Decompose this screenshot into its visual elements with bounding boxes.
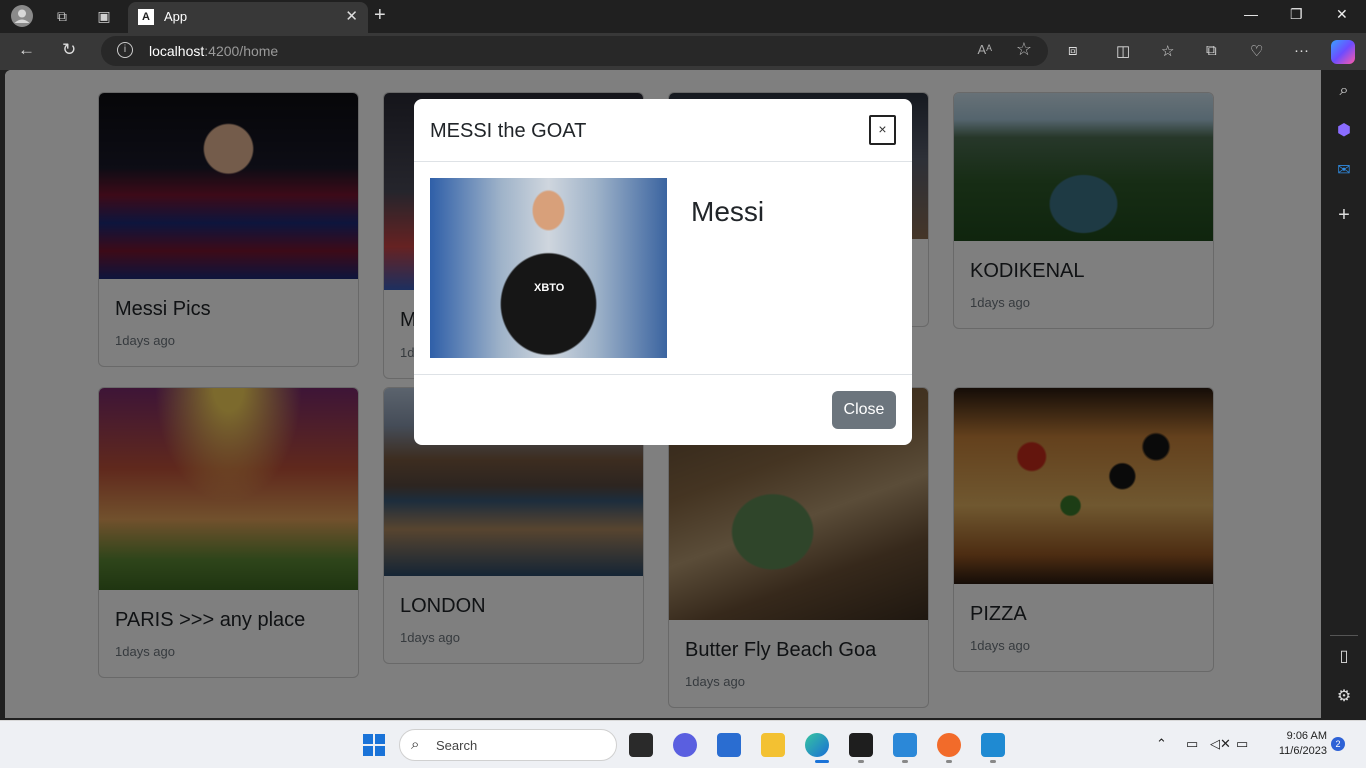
close-button[interactable]: Close	[832, 391, 896, 429]
address-bar[interactable]: i localhost:4200/home Aᴬ ☆	[101, 36, 1048, 66]
sidebar-hide-icon[interactable]: ▯	[1333, 646, 1355, 668]
tab-actions-icon[interactable]: ▣	[92, 5, 116, 27]
modal-messi-image: XBTO	[430, 178, 667, 358]
extensions-icon[interactable]: ⧈	[1068, 42, 1078, 59]
tab-title: App	[164, 9, 188, 24]
sidebar-add-icon[interactable]: +	[1333, 204, 1355, 226]
sidebar-divider	[1330, 635, 1358, 636]
settings-app-icon[interactable]	[893, 733, 917, 757]
copilot-icon[interactable]	[1331, 40, 1355, 64]
vscode-running-indicator	[990, 760, 996, 763]
new-tab-icon[interactable]: +	[374, 4, 386, 27]
refresh-icon[interactable]: ↻	[62, 40, 76, 60]
more-menu-icon[interactable]: ···	[1294, 42, 1309, 59]
page-viewport: Messi Pics 1days ago M 1d KODIKENAL 1day…	[5, 70, 1321, 718]
modal-header: MESSI the GOAT ×	[414, 99, 912, 162]
modal-footer: Close	[414, 374, 912, 445]
task-view-icon[interactable]	[629, 733, 653, 757]
vscode-icon[interactable]	[981, 733, 1005, 757]
profile-icon[interactable]	[10, 5, 34, 27]
terminal-running-indicator	[858, 760, 864, 763]
url-text[interactable]: localhost:4200/home	[149, 43, 278, 59]
network-icon[interactable]: ▭	[1186, 736, 1198, 752]
back-icon[interactable]: ←	[18, 40, 35, 60]
edge-active-indicator	[815, 760, 829, 763]
jersey-sponsor-text: XBTO	[534, 282, 565, 294]
edge-sidebar: ⌕ ⬢ ✉ + ▯ ⚙	[1321, 70, 1366, 720]
sidebar-outlook-icon[interactable]: ✉	[1333, 160, 1355, 182]
taskbar-search[interactable]: ⌕ Search	[399, 729, 617, 761]
windows-taskbar: ⌕ Search ⌃ ▭ ◁✕ ▭ 9:06 AM 11/6/2023 2	[0, 720, 1366, 768]
minimize-icon[interactable]: —	[1244, 6, 1258, 22]
terminal-icon[interactable]	[849, 733, 873, 757]
search-icon: ⌕	[411, 736, 420, 753]
site-info-icon[interactable]: i	[117, 42, 133, 58]
postman-icon[interactable]	[937, 733, 961, 757]
favorites-icon[interactable]: ☆	[1161, 42, 1174, 60]
sidebar-tools-icon[interactable]: ⬢	[1333, 120, 1355, 142]
volume-muted-icon[interactable]: ◁✕	[1210, 736, 1231, 752]
tray-overflow-icon[interactable]: ⌃	[1156, 736, 1167, 752]
sidebar-search-icon[interactable]: ⌕	[1333, 80, 1355, 102]
browser-tab-active[interactable]: A App ✕	[128, 2, 368, 33]
sidebar-settings-icon[interactable]: ⚙	[1333, 686, 1355, 708]
clock-date: 11/6/2023	[1278, 745, 1327, 757]
modal-title: MESSI the GOAT	[430, 120, 587, 142]
modal-dialog: MESSI the GOAT × XBTO Messi Close	[414, 99, 912, 445]
store-icon[interactable]	[717, 733, 741, 757]
browser-navbar: ← ↻ i localhost:4200/home Aᴬ ☆ ⧈ ◫ ☆ ⧉ ♡…	[0, 33, 1366, 70]
battery-icon[interactable]: ▭	[1236, 736, 1248, 752]
collections-icon[interactable]: ⧉	[1206, 42, 1217, 59]
taskbar-clock[interactable]: 9:06 AM 11/6/2023	[1265, 729, 1327, 759]
teams-chat-icon[interactable]	[673, 733, 697, 757]
read-aloud-icon[interactable]: Aᴬ	[977, 42, 992, 57]
search-label: Search	[436, 738, 478, 753]
file-explorer-icon[interactable]	[761, 733, 785, 757]
notification-badge[interactable]: 2	[1331, 737, 1345, 751]
close-tab-icon[interactable]: ✕	[345, 7, 358, 25]
modal-close-x-button[interactable]: ×	[869, 115, 896, 145]
browser-essentials-icon[interactable]: ♡	[1250, 42, 1263, 60]
favorite-star-icon[interactable]: ☆	[1016, 39, 1032, 60]
postman-running-indicator	[946, 760, 952, 763]
workspaces-icon[interactable]: ⧉	[50, 5, 74, 27]
restore-icon[interactable]: ❐	[1290, 6, 1303, 23]
clock-time: 9:06 AM	[1286, 730, 1327, 742]
modal-name-heading: Messi	[691, 196, 765, 227]
edge-icon[interactable]	[805, 733, 829, 757]
settings-running-indicator	[902, 760, 908, 763]
split-screen-icon[interactable]: ◫	[1116, 42, 1130, 60]
close-window-icon[interactable]: ✕	[1336, 6, 1348, 23]
start-icon[interactable]	[362, 733, 386, 757]
angular-favicon-icon: A	[138, 9, 154, 25]
browser-tabbar: ⧉ ▣ A App ✕ + — ❐ ✕	[0, 0, 1366, 33]
